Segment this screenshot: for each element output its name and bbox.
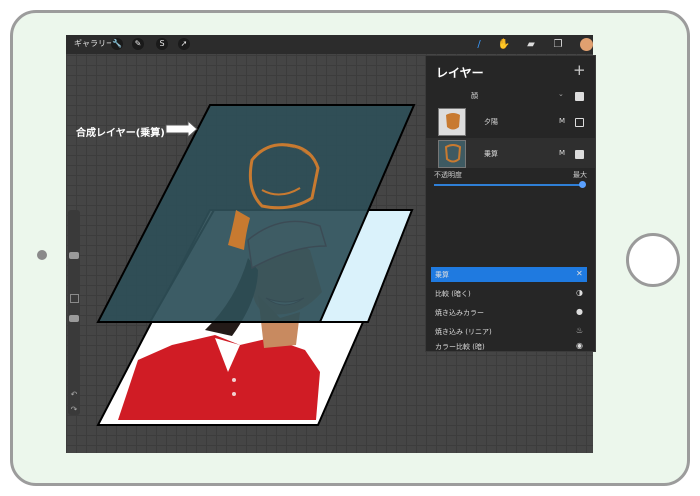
blend-mode-label: 焼き込みカラー [435,309,484,317]
layer-thumbnail [438,140,466,168]
multiply-icon: ✕ [576,269,583,278]
button-shape [232,392,236,396]
layer-thumbnail [438,108,466,136]
layer-row[interactable]: 夕陽 M [426,106,595,136]
blend-mode-label: 焼き込み (リニア) [435,328,492,336]
group-name: 顔 [471,92,478,100]
darker-color-icon: ◉ [576,341,583,350]
layers-panel-title: レイヤー [436,66,484,80]
blend-mode-option[interactable]: 焼き込み (リニア) ♨ [431,324,587,339]
arrow-right-icon [165,119,198,139]
add-layer-icon[interactable]: + [573,61,586,79]
layer-group-row[interactable]: 顔 ⌄ [426,88,595,102]
color-burn-icon: ● [576,307,583,316]
blend-mode-option[interactable]: 乗算 ✕ [431,267,587,282]
layer-row[interactable]: 乗算 M [426,138,595,168]
layer-name: 夕陽 [484,118,498,126]
visibility-checkbox[interactable] [575,150,584,159]
chevron-down-icon[interactable]: ⌄ [558,90,564,98]
opacity-slider-handle[interactable] [579,181,586,188]
layer-name: 乗算 [484,150,498,158]
darken-icon: ◑ [576,288,583,297]
linear-burn-icon: ♨ [576,326,584,335]
blend-mode-badge[interactable]: M [559,117,565,125]
blend-mode-label: カラー比較 (暗) [435,343,485,351]
visibility-checkbox[interactable] [575,92,584,101]
opacity-max-label: 最大 [573,171,587,179]
blend-mode-option[interactable]: 焼き込みカラー ● [431,305,587,320]
blend-mode-option[interactable]: 比較 (暗く) ◑ [431,286,587,301]
layers-panel: レイヤー + 顔 ⌄ 夕陽 M 乗算 M 不透明度 最大 乗算 ✕ 比較 (暗く… [425,55,596,352]
opacity-label: 不透明度 [434,171,462,179]
blend-mode-label: 比較 (暗く) [435,290,471,298]
button-shape [232,378,236,382]
blend-mode-label: 乗算 [435,271,449,279]
blend-mode-option[interactable]: カラー比較 (暗) ◉ [431,341,587,351]
visibility-checkbox[interactable] [575,118,584,127]
blend-mode-badge[interactable]: M [559,149,565,157]
opacity-slider[interactable] [434,184,582,186]
composite-layer-annotation: 合成レイヤー(乗算) [76,128,165,139]
